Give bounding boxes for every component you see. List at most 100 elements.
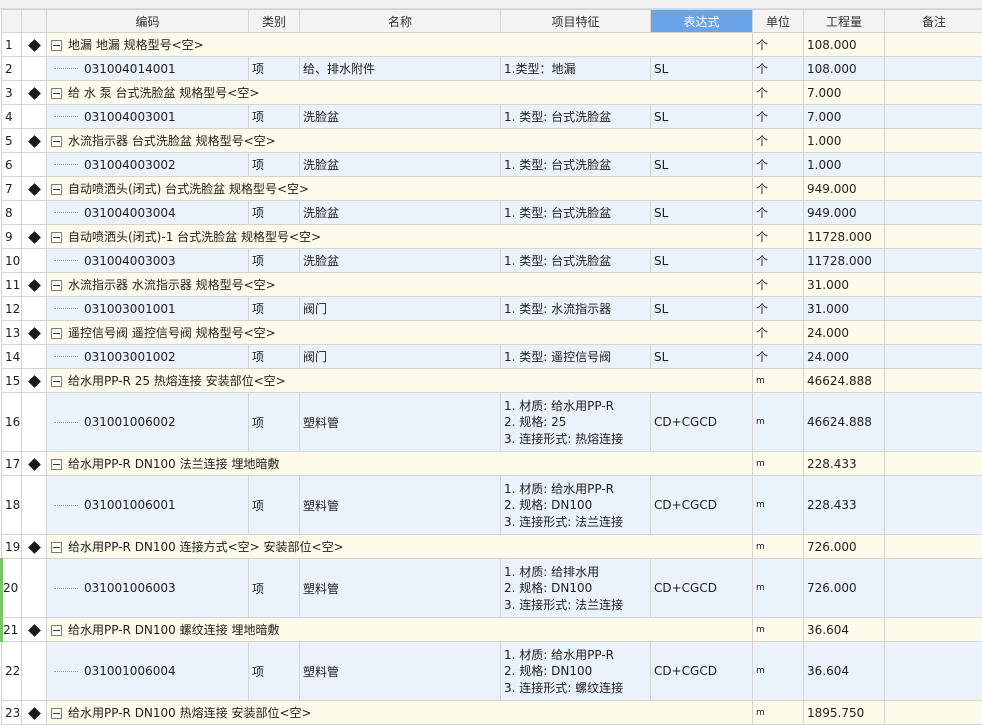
expression-cell[interactable]: SL [651, 345, 753, 369]
type-cell[interactable]: 项 [249, 57, 300, 81]
marker-cell[interactable] [22, 369, 47, 393]
marker-cell[interactable] [22, 81, 47, 105]
name-cell[interactable]: 塑料管 [300, 642, 501, 701]
remarks-cell[interactable] [885, 81, 982, 105]
row-number[interactable]: 12 [2, 297, 22, 321]
quantity-cell[interactable]: 11728.000 [804, 249, 885, 273]
features-cell[interactable]: 1. 材质: 给排水用2. 规格: DN1003. 连接形式: 法兰连接 [501, 559, 651, 618]
row-number[interactable]: 18 [2, 476, 22, 535]
code-header[interactable]: 编码 [47, 10, 249, 33]
row-number[interactable]: 14 [2, 345, 22, 369]
marker-cell[interactable] [22, 153, 47, 177]
name-cell[interactable]: 洗脸盆 [300, 153, 501, 177]
expression-cell[interactable]: CD+CGCD [651, 476, 753, 535]
remarks-cell[interactable] [885, 642, 982, 701]
remarks-cell[interactable] [885, 559, 982, 618]
item-row[interactable]: 12031003001001项阀门1. 类型: 水流指示器SL个31.000 [2, 297, 982, 321]
row-number[interactable]: 17 [2, 452, 22, 476]
marker-cell[interactable] [22, 345, 47, 369]
type-cell[interactable]: 项 [249, 393, 300, 452]
code-cell[interactable]: 031004003001 [47, 105, 249, 129]
collapse-minus-icon[interactable] [51, 136, 62, 147]
remarks-cell[interactable] [885, 476, 982, 535]
group-row[interactable]: 15给水用PP-R 25 热熔连接 安装部位<空>m46624.888 [2, 369, 982, 393]
name-cell[interactable]: 阀门 [300, 297, 501, 321]
name-cell[interactable]: 给、排水附件 [300, 57, 501, 81]
row-number[interactable]: 7 [2, 177, 22, 201]
code-cell[interactable]: 自动喷洒头(闭式) 台式洗脸盆 规格型号<空> [47, 177, 753, 201]
expression-header[interactable]: 表达式 [651, 10, 753, 33]
item-row[interactable]: 14031003001002项阀门1. 类型: 遥控信号阀SL个24.000 [2, 345, 982, 369]
marker-cell[interactable] [22, 452, 47, 476]
unit-cell[interactable]: 个 [753, 33, 804, 57]
row-number[interactable]: 1 [2, 33, 22, 57]
expression-cell[interactable]: SL [651, 153, 753, 177]
name-cell[interactable]: 塑料管 [300, 476, 501, 535]
row-number[interactable]: 20 [2, 559, 22, 618]
collapse-minus-icon[interactable] [51, 232, 62, 243]
type-cell[interactable]: 项 [249, 642, 300, 701]
quantity-cell[interactable]: 24.000 [804, 321, 885, 345]
marker-cell[interactable] [22, 297, 47, 321]
collapse-minus-icon[interactable] [51, 459, 62, 470]
expression-cell[interactable]: CD+CGCD [651, 642, 753, 701]
features-cell[interactable]: 1. 类型: 遥控信号阀 [501, 345, 651, 369]
code-cell[interactable]: 自动喷洒头(闭式)-1 台式洗脸盆 规格型号<空> [47, 225, 753, 249]
expression-cell[interactable]: SL [651, 105, 753, 129]
group-row[interactable]: 7自动喷洒头(闭式) 台式洗脸盆 规格型号<空>个949.000 [2, 177, 982, 201]
code-cell[interactable]: 031004014001 [47, 57, 249, 81]
row-number[interactable]: 8 [2, 201, 22, 225]
quantity-cell[interactable]: 228.433 [804, 452, 885, 476]
quantity-cell[interactable]: 46624.888 [804, 369, 885, 393]
remarks-cell[interactable] [885, 105, 982, 129]
type-cell[interactable]: 项 [249, 105, 300, 129]
unit-cell[interactable]: m [753, 369, 804, 393]
collapse-minus-icon[interactable] [51, 328, 62, 339]
row-number[interactable]: 5 [2, 129, 22, 153]
code-cell[interactable]: 给水用PP-R 25 热熔连接 安装部位<空> [47, 369, 753, 393]
group-row[interactable]: 5水流指示器 台式洗脸盆 规格型号<空>个1.000 [2, 129, 982, 153]
marker-header[interactable] [22, 10, 47, 33]
name-header[interactable]: 名称 [300, 10, 501, 33]
group-row[interactable]: 19给水用PP-R DN100 连接方式<空> 安装部位<空>m726.000 [2, 535, 982, 559]
row-number[interactable]: 3 [2, 81, 22, 105]
quantity-cell[interactable]: 7.000 [804, 81, 885, 105]
code-cell[interactable]: 给水用PP-R DN100 法兰连接 埋地暗敷 [47, 452, 753, 476]
rownum-header[interactable] [2, 10, 22, 33]
name-cell[interactable]: 阀门 [300, 345, 501, 369]
remarks-cell[interactable] [885, 345, 982, 369]
group-row[interactable]: 9自动喷洒头(闭式)-1 台式洗脸盆 规格型号<空>个11728.000 [2, 225, 982, 249]
marker-cell[interactable] [22, 476, 47, 535]
remarks-cell[interactable] [885, 321, 982, 345]
code-cell[interactable]: 031001006004 [47, 642, 249, 701]
group-row[interactable]: 11水流指示器 水流指示器 规格型号<空>个31.000 [2, 273, 982, 297]
quantity-cell[interactable]: 108.000 [804, 33, 885, 57]
features-cell[interactable]: 1.类型：地漏 [501, 57, 651, 81]
expression-cell[interactable]: CD+CGCD [651, 559, 753, 618]
row-number[interactable]: 13 [2, 321, 22, 345]
item-row[interactable]: 20031001006003项塑料管1. 材质: 给排水用2. 规格: DN10… [2, 559, 982, 618]
row-number[interactable]: 21 [2, 618, 22, 642]
unit-cell[interactable]: 个 [753, 201, 804, 225]
type-cell[interactable]: 项 [249, 345, 300, 369]
marker-cell[interactable] [22, 642, 47, 701]
marker-cell[interactable] [22, 57, 47, 81]
row-number[interactable]: 22 [2, 642, 22, 701]
item-row[interactable]: 4031004003001项洗脸盆1. 类型: 台式洗脸盆SL个7.000 [2, 105, 982, 129]
features-cell[interactable]: 1. 材质: 给水用PP-R2. 规格: DN1003. 连接形式: 螺纹连接 [501, 642, 651, 701]
unit-cell[interactable]: 个 [753, 105, 804, 129]
remarks-cell[interactable] [885, 57, 982, 81]
item-row[interactable]: 8031004003004项洗脸盆1. 类型: 台式洗脸盆SL个949.000 [2, 201, 982, 225]
unit-cell[interactable]: 个 [753, 57, 804, 81]
remarks-cell[interactable] [885, 249, 982, 273]
code-cell[interactable]: 031003001002 [47, 345, 249, 369]
item-row[interactable]: 2031004014001项给、排水附件1.类型：地漏SL个108.000 [2, 57, 982, 81]
group-row[interactable]: 23给水用PP-R DN100 热熔连接 安装部位<空>m1895.750 [2, 701, 982, 725]
quantity-cell[interactable]: 1895.750 [804, 701, 885, 725]
marker-cell[interactable] [22, 701, 47, 725]
code-cell[interactable]: 031001006001 [47, 476, 249, 535]
quantity-cell[interactable]: 949.000 [804, 201, 885, 225]
group-row[interactable]: 13遥控信号阀 遥控信号阀 规格型号<空>个24.000 [2, 321, 982, 345]
item-row[interactable]: 16031001006002项塑料管1. 材质: 给水用PP-R2. 规格: 2… [2, 393, 982, 452]
marker-cell[interactable] [22, 201, 47, 225]
